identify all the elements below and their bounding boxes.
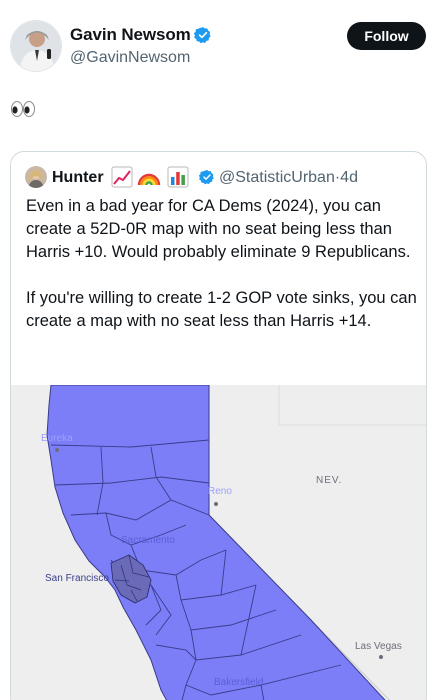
quoted-post[interactable]: Hunter @StatisticUrban·4d Even in a bad … [10,151,427,700]
label-nev: NEV. [316,475,343,486]
quoted-paragraph: Even in a bad year for CA Dems (2024), y… [26,197,411,261]
quoted-paragraph: If you're willing to create 1-2 GOP vote… [26,289,417,330]
author-handle[interactable]: @GavinNewsom [70,49,190,67]
quoted-author-name[interactable]: Hunter [52,169,104,187]
rainbow-icon [137,173,161,186]
reno-dot [214,502,218,506]
quoted-post-text: Even in a bad year for CA Dems (2024), y… [26,195,421,356]
quoted-author-handle[interactable]: @StatisticUrban [219,169,335,186]
label-eureka: Eureka [41,433,73,444]
quoted-timestamp[interactable]: 4d [340,169,358,186]
author-avatar[interactable] [10,20,62,72]
las-vegas-dot [379,655,383,659]
quoted-author-avatar[interactable] [25,166,47,188]
follow-button[interactable]: Follow [347,22,426,50]
label-san-francisco: San Francisco [45,573,109,584]
quoted-verified-badge-icon [198,169,215,185]
post-text: 👀 [10,100,36,124]
verified-badge-icon [193,26,212,44]
label-las-vegas: Las Vegas [355,641,402,652]
eyes-emoji-icon [11,101,35,117]
district-map[interactable]: Eureka Reno NEV. Sacramento San Francisc… [11,385,426,700]
label-sacramento: Sacramento [121,535,175,546]
label-bakersfield: Bakersfield [214,677,264,688]
name-emojis [111,166,199,188]
label-reno: Reno [208,486,232,497]
eureka-dot [55,448,59,452]
chart-increasing-icon [111,166,133,188]
quoted-meta: @StatisticUrban·4d [219,169,358,187]
tweet-header: Gavin Newsom @GavinNewsom Follow [0,0,436,80]
author-name[interactable]: Gavin Newsom [70,25,191,45]
bar-chart-icon [167,166,189,188]
